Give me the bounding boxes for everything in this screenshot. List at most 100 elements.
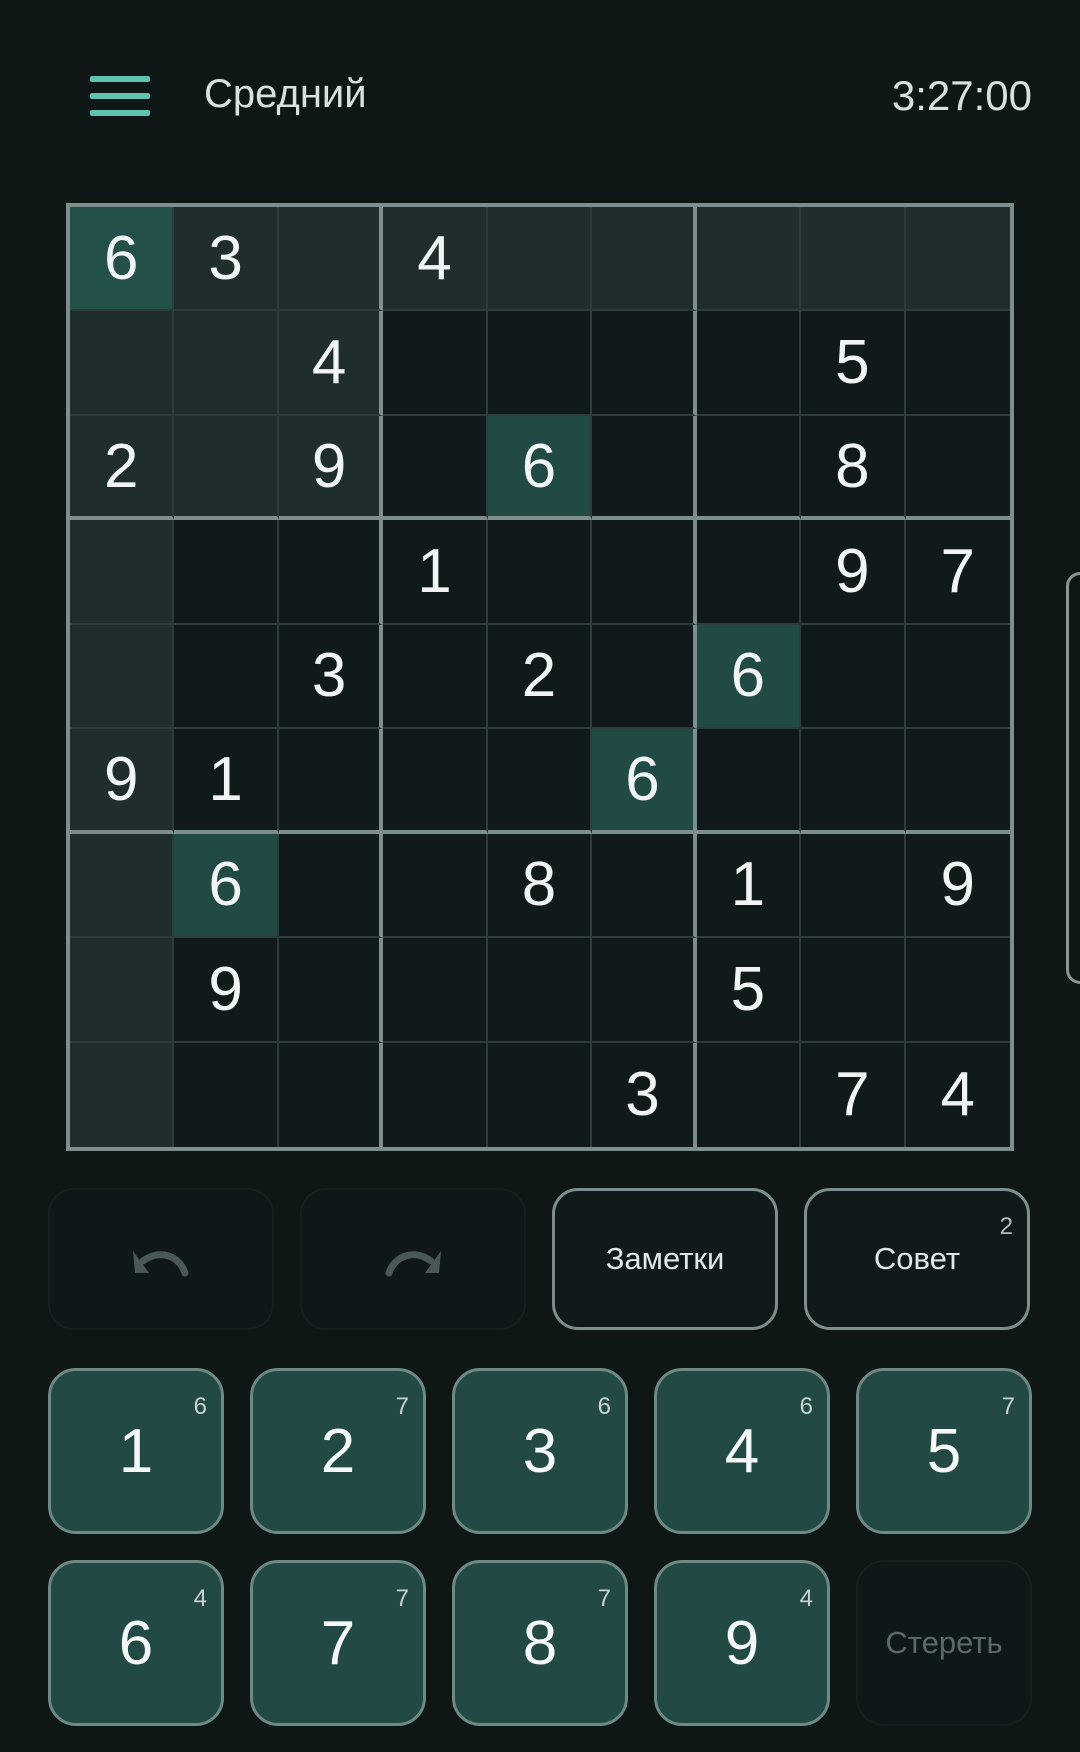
board-cell[interactable] [70,938,175,1043]
board-cell[interactable]: 6 [70,207,175,312]
board-cell[interactable] [278,833,384,939]
digit-key-5[interactable]: 57 [856,1368,1032,1534]
board-cell[interactable] [905,938,1010,1043]
board-cell[interactable] [592,833,697,939]
board-cell[interactable]: 3 [592,1042,697,1147]
board-cell[interactable]: 5 [696,938,802,1043]
board-cell[interactable] [383,415,488,521]
board-cell[interactable]: 1 [383,520,488,625]
board-cell[interactable] [905,415,1010,521]
board-cell[interactable]: 9 [801,520,906,625]
board-cell[interactable]: 9 [278,415,384,521]
digit-key-8[interactable]: 87 [452,1560,628,1726]
board-cell[interactable] [383,1042,488,1147]
redo-button[interactable] [300,1188,526,1330]
board-cell[interactable] [801,624,906,730]
board-cell[interactable]: 7 [801,1042,906,1147]
board-cell[interactable] [905,729,1010,834]
board-cell[interactable] [383,833,488,939]
board-cell[interactable] [70,624,175,730]
board-cell[interactable] [70,520,175,625]
board-cell[interactable] [278,938,384,1043]
board-cell[interactable] [592,311,697,416]
board-cell[interactable]: 2 [70,415,175,521]
board-cell[interactable] [383,311,488,416]
board-cell[interactable]: 9 [905,833,1010,939]
board-cell[interactable] [278,520,384,625]
board-cell[interactable] [487,311,593,416]
board-cell[interactable]: 4 [278,311,384,416]
board-cell[interactable] [592,520,697,625]
board-cell[interactable] [696,207,802,312]
board-cell[interactable] [905,624,1010,730]
board-cell[interactable]: 9 [174,938,279,1043]
board-cell[interactable] [174,415,279,521]
board-cell[interactable] [383,938,488,1043]
board-cell[interactable] [70,311,175,416]
board-cell[interactable] [905,311,1010,416]
board-cell[interactable] [801,938,906,1043]
board-cell[interactable] [696,729,802,834]
board-cell[interactable] [696,1042,802,1147]
notes-button[interactable]: Заметки [552,1188,778,1330]
board-cell[interactable] [592,624,697,730]
digit-key-9[interactable]: 94 [654,1560,830,1726]
board-cell[interactable] [174,1042,279,1147]
board-cell[interactable] [383,624,488,730]
board-cell[interactable]: 1 [696,833,802,939]
board-cell[interactable] [696,311,802,416]
board-cell[interactable]: 8 [801,415,906,521]
hint-button[interactable]: Совет 2 [804,1188,1030,1330]
board-cell[interactable] [487,938,593,1043]
digit-key-4[interactable]: 46 [654,1368,830,1534]
board-cell[interactable] [696,520,802,625]
board-cell[interactable] [487,1042,593,1147]
board-cell[interactable]: 9 [70,729,175,834]
board-cell[interactable]: 6 [592,729,697,834]
digit-key-1[interactable]: 16 [48,1368,224,1534]
board-cell[interactable] [174,311,279,416]
board-cell[interactable]: 6 [696,624,802,730]
erase-label: Стереть [885,1625,1003,1660]
board-cell[interactable] [487,207,593,312]
board-cell[interactable]: 8 [487,833,593,939]
menu-icon[interactable] [90,76,150,116]
board-cell[interactable] [278,207,384,312]
board-cell[interactable] [801,833,906,939]
board-cell[interactable]: 3 [174,207,279,312]
board-cell[interactable] [592,207,697,312]
digit-key-label: 4 [724,1416,760,1486]
board-cell[interactable]: 7 [905,520,1010,625]
board-cell[interactable] [174,520,279,625]
tool-row: Заметки Совет 2 [48,1188,1032,1330]
board-cell[interactable]: 2 [487,624,593,730]
digit-key-7[interactable]: 77 [250,1560,426,1726]
board-cell[interactable] [801,729,906,834]
side-panel-handle[interactable] [1066,572,1080,984]
board-cell[interactable] [905,207,1010,312]
board-cell[interactable] [801,207,906,312]
board-cell[interactable]: 6 [174,833,279,939]
board-cell[interactable]: 4 [383,207,488,312]
board-cell[interactable] [592,938,697,1043]
board-cell[interactable] [70,1042,175,1147]
board-cell[interactable]: 1 [174,729,279,834]
board-cell[interactable]: 6 [487,415,593,521]
board-cell[interactable] [696,415,802,521]
board-cell[interactable]: 3 [278,624,384,730]
digit-key-6[interactable]: 64 [48,1560,224,1726]
board-cell[interactable] [383,729,488,834]
digit-key-3[interactable]: 36 [452,1368,628,1534]
erase-button[interactable]: Стереть [856,1560,1032,1726]
board-cell[interactable] [278,1042,384,1147]
board-cell[interactable] [487,520,593,625]
board-cell[interactable] [592,415,697,521]
digit-key-2[interactable]: 27 [250,1368,426,1534]
board-cell[interactable]: 4 [905,1042,1010,1147]
board-cell[interactable] [487,729,593,834]
board-cell[interactable] [174,624,279,730]
undo-button[interactable] [48,1188,274,1330]
board-cell[interactable] [278,729,384,834]
board-cell[interactable]: 5 [801,311,906,416]
board-cell[interactable] [70,833,175,939]
